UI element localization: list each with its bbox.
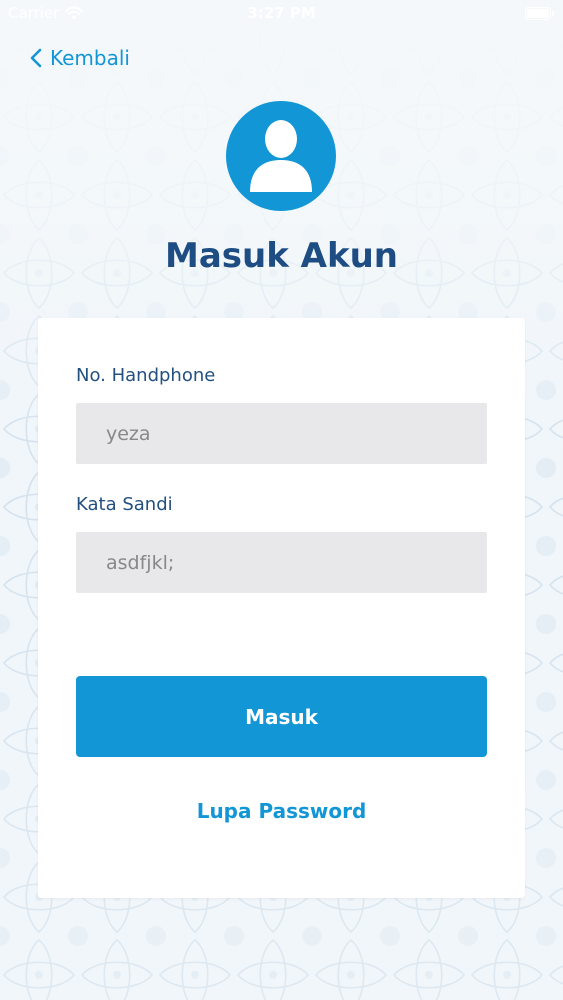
phone-label: No. Handphone: [76, 365, 216, 386]
phone-input[interactable]: [76, 403, 487, 464]
battery-icon: [525, 7, 554, 20]
chevron-left-icon: [30, 48, 42, 68]
page-title: Masuk Akun: [164, 236, 398, 276]
login-card: No. Handphone Kata Sandi Masuk Lupa Pass…: [38, 318, 525, 898]
password-input[interactable]: [76, 532, 487, 593]
password-label: Kata Sandi: [76, 494, 173, 515]
forgot-password-link[interactable]: Lupa Password: [38, 799, 525, 823]
login-button[interactable]: Masuk: [76, 676, 487, 757]
avatar: [226, 101, 336, 211]
status-time: 3:27 PM: [247, 4, 316, 22]
back-label: Kembali: [50, 46, 130, 70]
status-bar: Carrier 3:27 PM: [0, 0, 563, 30]
back-button[interactable]: Kembali: [30, 44, 130, 72]
user-icon: [250, 120, 312, 192]
